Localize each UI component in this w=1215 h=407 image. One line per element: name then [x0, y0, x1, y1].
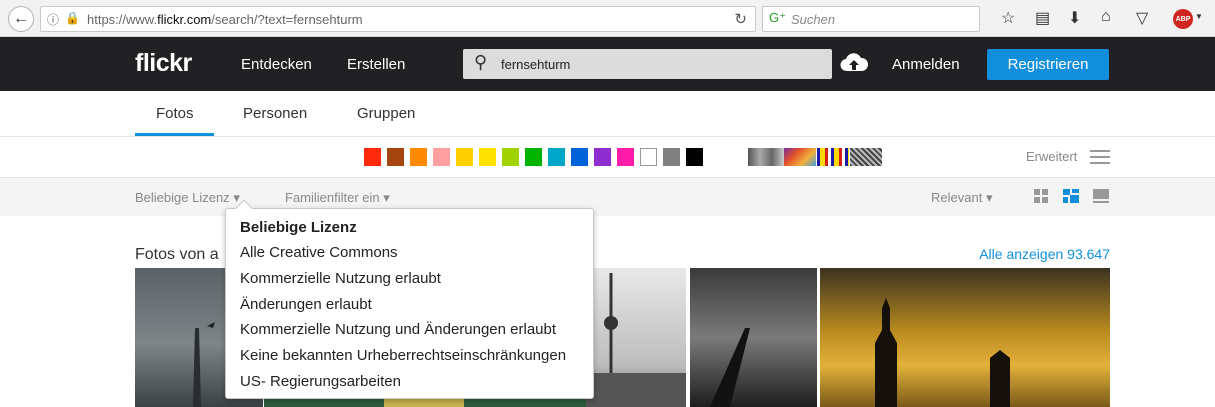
- search-icon: ⚲: [474, 52, 488, 72]
- color-swatch[interactable]: [617, 148, 634, 166]
- color-swatch[interactable]: [594, 148, 611, 166]
- photo-thumbnail[interactable]: [586, 268, 686, 407]
- license-option[interactable]: Kommerzielle Nutzung und Änderungen erla…: [240, 321, 556, 338]
- download-icon[interactable]: ⬇: [1068, 8, 1081, 28]
- license-option[interactable]: US- Regierungsarbeiten: [240, 373, 401, 390]
- active-tab-indicator: [135, 133, 214, 136]
- filter-row: Beliebige Lizenz ▾ Familienfilter ein ▾ …: [0, 178, 1215, 216]
- tv-tower-bw-image: [586, 273, 686, 407]
- browser-toolbar: ← ⓘ 🔒 https://www.flickr.com/search/?tex…: [0, 0, 1215, 37]
- family-filter-label: Familienfilter ein: [285, 190, 380, 205]
- chevron-down-icon[interactable]: ▼: [1195, 12, 1203, 21]
- color-swatch[interactable]: [387, 148, 404, 166]
- browser-search-box[interactable]: G⁺ Suchen: [762, 6, 980, 32]
- color-filter-row: Erweitert: [0, 137, 1215, 178]
- pocket-icon[interactable]: ▽: [1136, 8, 1148, 28]
- license-filter[interactable]: Beliebige Lizenz ▾: [135, 190, 240, 206]
- color-swatch[interactable]: [479, 148, 496, 166]
- license-filter-label: Beliebige Lizenz: [135, 190, 230, 205]
- license-option[interactable]: Kommerzielle Nutzung erlaubt: [240, 270, 441, 287]
- color-swatch[interactable]: [456, 148, 473, 166]
- color-swatch[interactable]: [502, 148, 519, 166]
- search-engine-icon[interactable]: G⁺: [769, 10, 786, 26]
- register-button[interactable]: Registrieren: [987, 49, 1109, 80]
- minimal-pattern-swatch[interactable]: [817, 148, 849, 166]
- sort-dropdown[interactable]: Relevant ▾: [931, 190, 992, 206]
- bookmark-star-icon[interactable]: ☆: [1001, 8, 1015, 28]
- login-link[interactable]: Anmelden: [892, 56, 960, 73]
- reading-list-icon[interactable]: ▤: [1035, 8, 1050, 28]
- address-bar[interactable]: ⓘ 🔒 https://www.flickr.com/search/?text=…: [40, 6, 756, 32]
- nav-entdecken[interactable]: Entdecken: [241, 56, 312, 73]
- chevron-down-icon: ▾: [985, 190, 993, 205]
- color-swatch[interactable]: [686, 148, 703, 166]
- info-icon[interactable]: ⓘ: [47, 11, 59, 28]
- color-swatch[interactable]: [571, 148, 588, 166]
- search-query: fernsehturm: [501, 57, 571, 72]
- family-filter[interactable]: Familienfilter ein ▾: [285, 190, 390, 206]
- color-swatch[interactable]: [640, 148, 657, 166]
- advanced-label[interactable]: Erweitert: [1026, 149, 1077, 164]
- license-option[interactable]: Änderungen erlaubt: [240, 296, 372, 313]
- search-input[interactable]: ⚲ fernsehturm: [463, 49, 832, 79]
- reload-icon[interactable]: ↻: [734, 10, 747, 28]
- color-swatch[interactable]: [548, 148, 565, 166]
- upload-cloud-icon[interactable]: [840, 51, 868, 75]
- show-all-link[interactable]: Alle anzeigen 93.647: [979, 246, 1110, 262]
- pattern-swatch[interactable]: [850, 148, 882, 166]
- tab-gruppen[interactable]: Gruppen: [357, 105, 415, 122]
- color-swatch[interactable]: [663, 148, 680, 166]
- photo-thumbnail[interactable]: [690, 268, 817, 407]
- grid-view-icon[interactable]: [1033, 188, 1049, 204]
- chevron-down-icon: ▾: [383, 190, 390, 205]
- license-option[interactable]: Beliebige Lizenz: [240, 219, 357, 236]
- color-swatch[interactable]: [364, 148, 381, 166]
- color-swatch[interactable]: [525, 148, 542, 166]
- license-dropdown-menu: Beliebige Lizenz Alle Creative Commons K…: [225, 199, 594, 399]
- flickr-header: flickr Entdecken Erstellen ⚲ fernsehturm…: [0, 37, 1215, 91]
- license-option[interactable]: Alle Creative Commons: [240, 244, 398, 261]
- back-arrow-icon[interactable]: ←: [8, 6, 34, 32]
- flickr-logo[interactable]: flickr: [135, 49, 192, 78]
- search-tabs: Fotos Personen Gruppen: [0, 91, 1215, 137]
- tab-fotos[interactable]: Fotos: [156, 105, 194, 122]
- color-swatch[interactable]: [433, 148, 450, 166]
- sunset-church-image: [875, 298, 1010, 407]
- justified-view-icon[interactable]: [1062, 188, 1080, 204]
- sort-label: Relevant: [931, 190, 983, 205]
- dark-structure-image: [710, 328, 750, 407]
- nav-erstellen[interactable]: Erstellen: [347, 56, 405, 73]
- tab-personen[interactable]: Personen: [243, 105, 307, 122]
- license-option[interactable]: Keine bekannten Urheberrechtseinschränku…: [240, 347, 566, 364]
- adblock-icon[interactable]: ABP: [1173, 9, 1193, 29]
- section-title: Fotos von a: [135, 246, 219, 263]
- shallow-dof-swatch[interactable]: [784, 148, 816, 166]
- url-text: https://www.flickr.com/search/?text=fern…: [87, 12, 363, 27]
- large-view-icon[interactable]: [1092, 188, 1110, 204]
- browser-search-placeholder: Suchen: [791, 12, 836, 27]
- home-icon[interactable]: ⌂: [1101, 8, 1111, 26]
- photo-thumbnail[interactable]: [820, 268, 1110, 407]
- sliders-icon[interactable]: [1089, 147, 1111, 167]
- bw-pattern-swatch[interactable]: [748, 148, 784, 166]
- lock-icon[interactable]: 🔒: [65, 11, 80, 25]
- color-swatch[interactable]: [410, 148, 427, 166]
